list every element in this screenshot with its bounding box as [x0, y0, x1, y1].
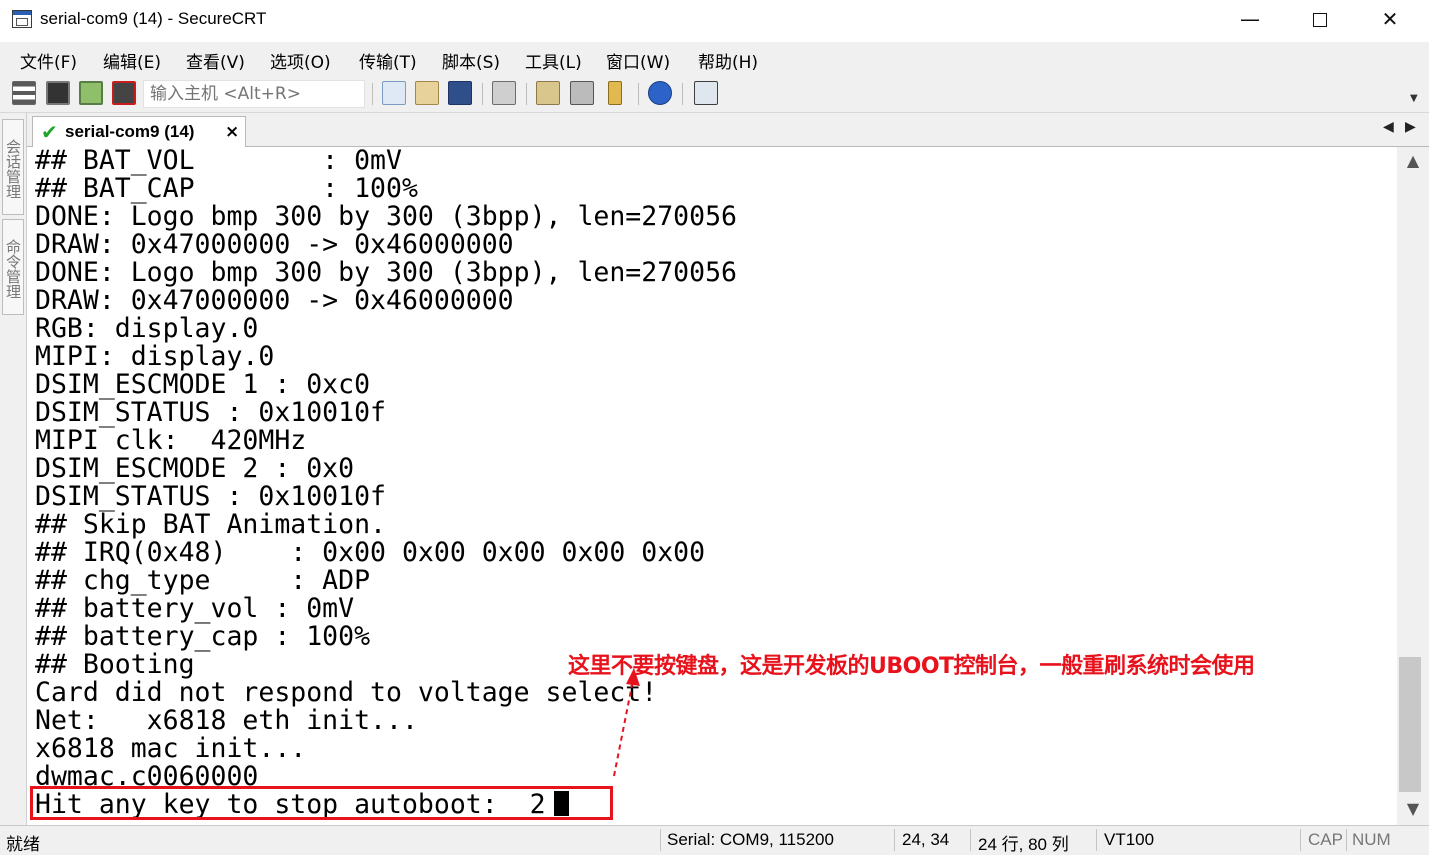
- toolbar-separator: [638, 83, 639, 105]
- tab-session-manager[interactable]: 会话管理: [2, 119, 24, 215]
- terminal-line: DRAW: 0x47000000 -> 0x46000000: [35, 285, 514, 316]
- status-cursor-position: 24, 34: [902, 830, 950, 849]
- session-tab[interactable]: ✔ serial-com9 (14) ×: [32, 116, 246, 148]
- menu-edit[interactable]: 编辑(E): [103, 48, 161, 73]
- status-separator: [894, 829, 895, 851]
- status-separator: [1096, 829, 1097, 851]
- reconnect-icon[interactable]: [79, 81, 103, 105]
- toolbar-separator: [482, 83, 483, 105]
- terminal-line: DSIM_STATUS : 0x10010f: [35, 481, 386, 512]
- scroll-thumb[interactable]: [1399, 657, 1421, 792]
- terminal-line: Card did not respond to voltage select!: [35, 677, 658, 708]
- vertical-scrollbar[interactable]: ▲ ▼: [1397, 147, 1429, 825]
- menu-options[interactable]: 选项(O): [270, 48, 331, 73]
- terminal-line: ## battery_vol : 0mV: [35, 593, 355, 624]
- close-tab-icon[interactable]: ×: [225, 122, 239, 142]
- connected-check-icon: ✔: [41, 120, 58, 144]
- toolbar: ▼: [0, 75, 1429, 113]
- terminal-line: ## Skip BAT Animation.: [35, 509, 386, 540]
- maximize-button[interactable]: [1285, 0, 1355, 40]
- terminal-output[interactable]: ## BAT_VOL : 0mV ## BAT_CAP : 100% DONE:…: [27, 147, 1397, 825]
- menu-bar: 文件(F) 编辑(E) 查看(V) 选项(O) 传输(T) 脚本(S) 工具(L…: [0, 42, 1429, 75]
- terminal-line: ## battery_cap : 100%: [35, 621, 371, 652]
- terminal-line: ## BAT_VOL : 0mV: [35, 147, 402, 176]
- terminal-line: DRAW: 0x47000000 -> 0x46000000: [35, 229, 514, 260]
- terminal-line: ## IRQ(0x48) : 0x00 0x00 0x00 0x00 0x00: [35, 537, 706, 568]
- status-separator: [1300, 829, 1301, 851]
- status-ready: 就绪: [6, 835, 40, 854]
- tab-command-manager[interactable]: 命令管理: [2, 219, 24, 315]
- menu-transfer[interactable]: 传输(T): [359, 48, 417, 73]
- global-options-icon[interactable]: [570, 81, 594, 105]
- close-button[interactable]: ✕: [1355, 0, 1425, 40]
- toolbar-separator: [526, 83, 527, 105]
- keymap-icon[interactable]: [608, 81, 622, 105]
- tab-next-icon[interactable]: ▶: [1405, 119, 1416, 135]
- session-tab-bar: ✔ serial-com9 (14) × ◀ ▶: [27, 113, 1429, 148]
- terminal-line: DSIM_ESCMODE 1 : 0xc0: [35, 369, 371, 400]
- status-connection: Serial: COM9, 115200: [667, 830, 834, 849]
- terminal-line: MIPI: display.0: [35, 341, 275, 372]
- annotation-highlight-box: [30, 786, 613, 820]
- quick-connect-icon[interactable]: [46, 81, 70, 105]
- toolbar-separator: [682, 83, 683, 105]
- toolbar-overflow-icon[interactable]: ▼: [1410, 93, 1418, 104]
- disconnect-icon[interactable]: [112, 81, 136, 105]
- terminal-line: x6818 mac init...: [35, 733, 307, 764]
- terminal-line: ## Booting: [35, 649, 195, 680]
- status-terminal-size: 24 行, 80 列: [978, 835, 1069, 854]
- minimize-button[interactable]: —: [1215, 0, 1285, 40]
- terminal-line: DSIM_STATUS : 0x10010f: [35, 397, 386, 428]
- toolbar-separator: [372, 83, 373, 105]
- menu-window[interactable]: 窗口(W): [606, 48, 670, 73]
- status-separator: [970, 829, 971, 851]
- menu-view[interactable]: 查看(V): [186, 48, 245, 73]
- window-title: serial-com9 (14) - SecureCRT: [40, 9, 267, 28]
- connect-icon[interactable]: [12, 81, 36, 105]
- tab-prev-icon[interactable]: ◀: [1383, 119, 1394, 135]
- session-tab-label: serial-com9 (14): [65, 122, 195, 141]
- title-bar: serial-com9 (14) - SecureCRT — ✕: [0, 0, 1429, 40]
- terminal-line: MIPI clk: 420MHz: [35, 425, 307, 456]
- status-separator: [1346, 829, 1347, 851]
- terminal-line: DSIM_ESCMODE 2 : 0x0: [35, 453, 355, 484]
- session-options-icon[interactable]: [536, 81, 560, 105]
- terminal-line: DONE: Logo bmp 300 by 300 (3bpp), len=27…: [35, 257, 737, 288]
- status-bar: 就绪 Serial: COM9, 115200 24, 34 24 行, 80 …: [0, 825, 1429, 855]
- securecrt-app-icon: [12, 10, 32, 28]
- menu-tools[interactable]: 工具(L): [525, 48, 582, 73]
- sftp-icon[interactable]: [694, 81, 718, 105]
- print-icon[interactable]: [492, 81, 516, 105]
- status-separator: [660, 829, 661, 851]
- help-icon[interactable]: [648, 81, 672, 105]
- status-num-lock: NUM: [1352, 830, 1391, 849]
- status-emulation: VT100: [1104, 830, 1155, 849]
- terminal-line: ## BAT_CAP : 100%: [35, 173, 418, 204]
- sidebar: 会话管理 命令管理: [0, 113, 27, 825]
- menu-help[interactable]: 帮助(H): [698, 48, 758, 73]
- menu-file[interactable]: 文件(F): [20, 48, 77, 73]
- annotation-note: 这里不要按键盘，这是开发板的UBOOT控制台，一般重刷系统时会使用: [568, 654, 1255, 679]
- terminal-line: Net: x6818 eth init...: [35, 705, 418, 736]
- terminal-line: RGB: display.0: [35, 313, 259, 344]
- annotation-arrow-icon: [613, 668, 640, 777]
- scroll-up-icon[interactable]: ▲: [1397, 147, 1429, 175]
- host-input[interactable]: [143, 80, 365, 108]
- paste-icon[interactable]: [415, 81, 439, 105]
- find-icon[interactable]: [448, 81, 472, 105]
- scroll-down-icon[interactable]: ▼: [1397, 795, 1429, 823]
- terminal-line: DONE: Logo bmp 300 by 300 (3bpp), len=27…: [35, 201, 737, 232]
- status-caps-lock: CAP: [1308, 830, 1343, 849]
- terminal-line: ## chg_type : ADP: [35, 565, 371, 596]
- maximize-icon: [1313, 13, 1327, 27]
- menu-script[interactable]: 脚本(S): [442, 48, 500, 73]
- copy-icon[interactable]: [382, 81, 406, 105]
